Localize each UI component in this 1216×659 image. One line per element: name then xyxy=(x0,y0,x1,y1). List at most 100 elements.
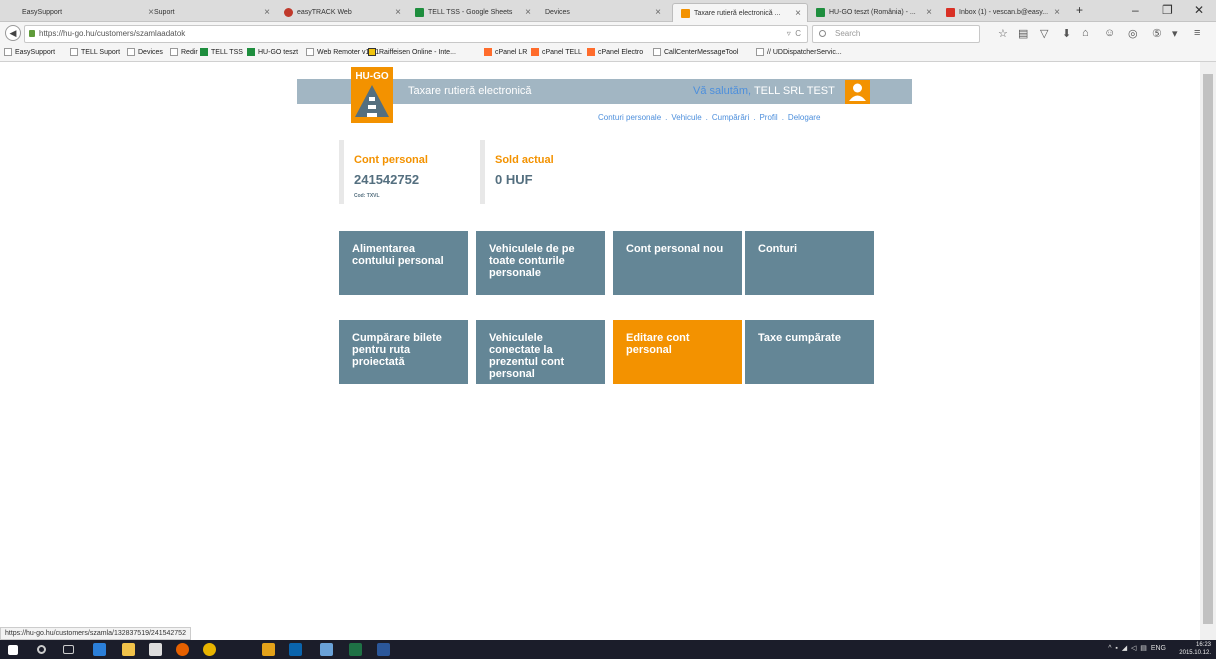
tile-conturi[interactable]: Conturi xyxy=(745,231,874,295)
top-menu: Conturi personale. Vehicule. Cumpărări. Pro… xyxy=(598,113,820,122)
file-explorer-icon[interactable] xyxy=(122,643,135,656)
bookmark-item[interactable]: HU-GO teszt xyxy=(247,48,298,56)
tile-editare-cont-personal[interactable]: Editare cont personal xyxy=(613,320,742,384)
reading-list-icon[interactable]: ▤ xyxy=(1018,27,1028,40)
hugo-logo[interactable]: HU-GO xyxy=(351,67,393,123)
url-bar[interactable]: https://hu-go.hu/customers/szamlaadatok … xyxy=(24,25,808,43)
bookmark-item[interactable]: Redir xyxy=(170,48,198,56)
app-icon[interactable] xyxy=(320,643,333,656)
store-icon[interactable] xyxy=(149,643,162,656)
search-input[interactable]: Search xyxy=(812,25,980,43)
outlook-icon[interactable] xyxy=(289,643,302,656)
back-button[interactable]: ◀ xyxy=(5,25,21,41)
sheets-icon xyxy=(816,8,825,17)
bookmark-item[interactable]: CallCenterMessageTool xyxy=(653,48,738,56)
close-icon[interactable]: × xyxy=(395,7,401,18)
language-indicator[interactable]: ENG xyxy=(1151,645,1166,652)
close-icon[interactable]: × xyxy=(264,7,270,18)
tab-label: Taxare rutieră electronică ... xyxy=(694,9,781,17)
windows-taskbar: ^ ▪ ◢ ◁ ▤ ENG 16:23 2015.10.12. xyxy=(0,640,1216,659)
tab-easysupport[interactable]: EasySupport × xyxy=(14,3,160,22)
tile-label: Vehiculele conectate la prezentul cont p… xyxy=(489,332,565,380)
bookmark-star-icon[interactable]: ☆ xyxy=(998,27,1008,40)
menu-cumparari[interactable]: Cumpărări xyxy=(712,113,749,122)
close-icon[interactable]: × xyxy=(795,8,801,19)
folder-icon xyxy=(653,48,661,56)
cpanel-icon xyxy=(531,48,539,56)
greeting: Vă salutăm, TELL SRL TEST xyxy=(693,85,835,97)
tile-cumparare-bilete[interactable]: Cumpărare bilete pentru ruta proiectată xyxy=(339,320,468,384)
word-icon[interactable] xyxy=(377,643,390,656)
user-icon[interactable] xyxy=(845,80,870,104)
bookmark-item[interactable]: EasySupport xyxy=(4,48,55,56)
account-code: Cod: TXVL xyxy=(354,193,380,199)
bookmarks-bar: EasySupport TELL Suport Devices Redir TE… xyxy=(0,46,1216,62)
extension-icon[interactable]: ◎ xyxy=(1128,27,1138,40)
bookmark-item[interactable]: TELL TSS xyxy=(200,48,243,56)
balance-label: Sold actual xyxy=(495,154,554,166)
menu-profil[interactable]: Profil xyxy=(759,113,777,122)
tab-suport[interactable]: Suport × xyxy=(146,3,276,22)
windows-start-icon[interactable] xyxy=(8,645,18,655)
addon-icon[interactable]: ⑤ xyxy=(1152,27,1162,40)
tile-alimentarea-contului[interactable]: Alimentarea contului personal xyxy=(339,231,468,295)
close-icon[interactable]: × xyxy=(655,7,661,18)
menu-delogare[interactable]: Delogare xyxy=(788,113,820,122)
close-icon[interactable]: × xyxy=(1054,7,1060,18)
new-tab-icon[interactable]: + xyxy=(1076,3,1083,17)
tile-vehiculele-conectate[interactable]: Vehiculele conectate la prezentul cont p… xyxy=(476,320,605,384)
tile-label: Vehiculele de pe toate conturile persona… xyxy=(489,243,575,279)
tab-easytrack[interactable]: easyTRACK Web × xyxy=(276,3,407,22)
task-view-icon[interactable] xyxy=(63,645,74,654)
tab-tell-tss[interactable]: TELL TSS - Google Sheets × xyxy=(407,3,537,22)
close-window-icon[interactable]: ✕ xyxy=(1194,3,1204,17)
reload-icon[interactable]: ▿ C xyxy=(787,26,801,42)
hello-icon[interactable]: ☺ xyxy=(1104,27,1115,39)
search-icon[interactable] xyxy=(37,645,46,654)
menu-vehicule[interactable]: Vehicule xyxy=(671,113,701,122)
pocket-icon[interactable]: ▽ xyxy=(1040,27,1048,40)
menu-icon[interactable]: ≡ xyxy=(1194,27,1200,39)
bookmark-item[interactable]: cPanel LR xyxy=(484,48,527,56)
bookmark-item[interactable]: cPanel TELL xyxy=(531,48,582,56)
chrome-icon[interactable] xyxy=(203,643,216,656)
search-placeholder: Search xyxy=(835,29,861,38)
svg-text:HU-GO: HU-GO xyxy=(355,71,389,82)
firefox-icon[interactable] xyxy=(176,643,189,656)
tile-taxe-cumparate[interactable]: Taxe cumpărate xyxy=(745,320,874,384)
tab-devices[interactable]: Devices × xyxy=(537,3,667,22)
tab-label: Inbox (1) - vescan.b@easy... xyxy=(959,9,1049,16)
excel-icon[interactable] xyxy=(349,643,362,656)
tab-label: EasySupport xyxy=(22,9,63,16)
tile-cont-personal-nou[interactable]: Cont personal nou xyxy=(613,231,742,295)
system-tray[interactable]: ^ ▪ ◢ ◁ ▤ ENG xyxy=(1108,644,1166,652)
sheets-icon xyxy=(200,48,208,56)
close-icon[interactable]: × xyxy=(525,7,531,18)
folder-icon xyxy=(306,48,314,56)
tab-hugo-teszt[interactable]: HU-GO teszt (România) - ... × xyxy=(808,3,938,22)
bookmark-item[interactable]: // UDDispatcherServic... xyxy=(756,48,842,56)
page-scrollbar[interactable] xyxy=(1200,62,1216,640)
download-icon[interactable]: ⬇ xyxy=(1062,27,1071,40)
clock-time: 16:23 xyxy=(1195,642,1211,648)
close-icon[interactable]: × xyxy=(926,7,932,18)
cpanel-icon xyxy=(587,48,595,56)
bookmark-item[interactable]: Devices xyxy=(127,48,163,56)
tab-taxare-active[interactable]: Taxare rutieră electronică ... × xyxy=(672,3,808,22)
bookmark-item[interactable]: TELL Suport xyxy=(70,48,120,56)
clock[interactable]: 16:23 2015.10.12. xyxy=(1179,641,1211,657)
restore-icon[interactable]: ❐ xyxy=(1162,3,1173,17)
menu-conturi-personale[interactable]: Conturi personale xyxy=(598,113,661,122)
edge-icon[interactable] xyxy=(93,643,106,656)
minimize-icon[interactable]: – xyxy=(1132,3,1139,17)
bookmark-item[interactable]: cPanel Electro xyxy=(587,48,643,56)
home-icon[interactable]: ⌂ xyxy=(1082,27,1089,39)
tile-vehiculele-toate-conturile[interactable]: Vehiculele de pe toate conturile persona… xyxy=(476,231,605,295)
greeting-text: Vă salutăm, xyxy=(693,85,752,97)
scrollbar-thumb[interactable] xyxy=(1203,74,1213,624)
dropdown-icon[interactable]: ▾ xyxy=(1172,27,1178,40)
app-icon[interactable] xyxy=(262,643,275,656)
browser-tab-bar: EasySupport × Suport × easyTRACK Web × T… xyxy=(0,0,1216,22)
tab-inbox[interactable]: Inbox (1) - vescan.b@easy... × xyxy=(938,3,1066,22)
bookmark-item[interactable]: Raiffeisen Online - Inte... xyxy=(368,48,456,56)
